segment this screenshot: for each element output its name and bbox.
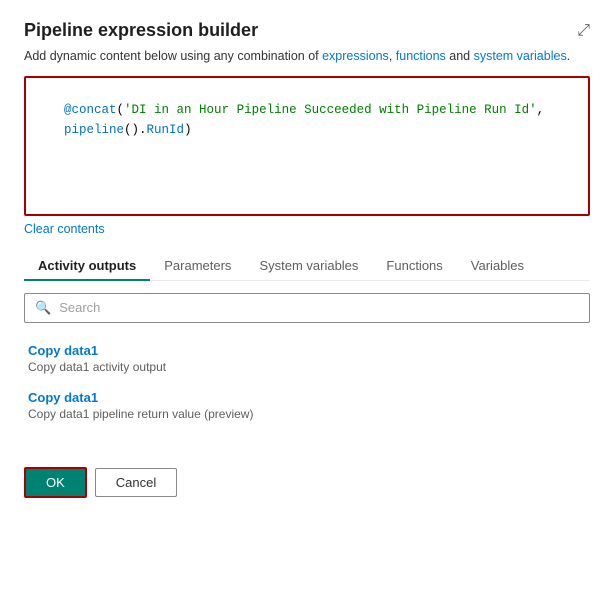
dialog-subtitle: Add dynamic content below using any comb… bbox=[24, 47, 590, 66]
list-item[interactable]: Copy data1 Copy data1 pipeline return va… bbox=[24, 382, 590, 429]
tabs-section: Activity outputs Parameters System varia… bbox=[24, 250, 590, 433]
subtitle-link-functions[interactable]: functions bbox=[396, 49, 446, 63]
tab-parameters[interactable]: Parameters bbox=[150, 250, 245, 281]
subtitle-link-system-variables[interactable]: system variables bbox=[474, 49, 567, 63]
subtitle-link-expressions[interactable]: expressions bbox=[322, 49, 389, 63]
search-icon: 🔍 bbox=[35, 300, 51, 316]
pipeline-expression-builder-dialog: Pipeline expression builder ⤢ Add dynami… bbox=[0, 0, 614, 593]
subtitle-sep-1: , bbox=[389, 49, 396, 63]
subtitle-text-1: Add dynamic content below using any comb… bbox=[24, 49, 322, 63]
dialog-footer: OK Cancel bbox=[24, 457, 590, 498]
subtitle-sep-2: and bbox=[446, 49, 474, 63]
subtitle-end: . bbox=[567, 49, 570, 63]
activity-list: Copy data1 Copy data1 activity output Co… bbox=[24, 331, 590, 433]
list-item[interactable]: Copy data1 Copy data1 activity output bbox=[24, 335, 590, 382]
tab-functions[interactable]: Functions bbox=[372, 250, 456, 281]
tabs-bar: Activity outputs Parameters System varia… bbox=[24, 250, 590, 281]
expand-icon[interactable]: ⤢ bbox=[577, 22, 590, 40]
tab-variables[interactable]: Variables bbox=[457, 250, 538, 281]
clear-contents-button[interactable]: Clear contents bbox=[24, 222, 105, 236]
cancel-button[interactable]: Cancel bbox=[95, 468, 177, 497]
activity-description: Copy data1 pipeline return value (previe… bbox=[28, 407, 586, 421]
dialog-title: Pipeline expression builder bbox=[24, 20, 258, 41]
activity-name: Copy data1 bbox=[28, 343, 586, 358]
dialog-header: Pipeline expression builder ⤢ bbox=[24, 20, 590, 41]
tab-system-variables[interactable]: System variables bbox=[245, 250, 372, 281]
expression-editor[interactable]: @concat('DI in an Hour Pipeline Succeede… bbox=[24, 76, 590, 216]
search-input[interactable] bbox=[59, 300, 579, 315]
tab-activity-outputs[interactable]: Activity outputs bbox=[24, 250, 150, 281]
search-box: 🔍 bbox=[24, 293, 590, 323]
ok-button[interactable]: OK bbox=[24, 467, 87, 498]
activity-description: Copy data1 activity output bbox=[28, 360, 586, 374]
activity-name: Copy data1 bbox=[28, 390, 586, 405]
